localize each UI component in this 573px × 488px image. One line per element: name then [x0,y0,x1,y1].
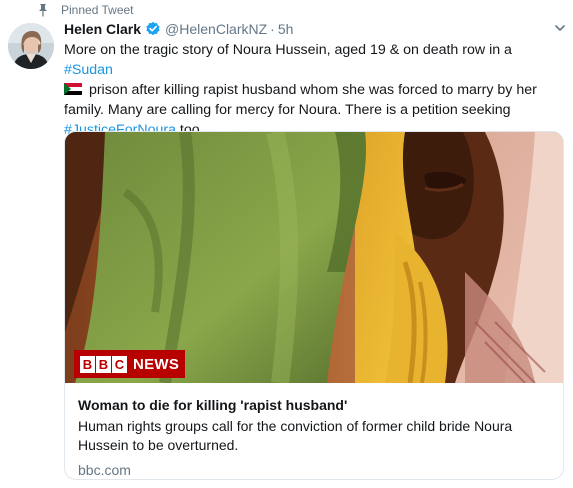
hashtag-sudan-link[interactable]: #Sudan [64,62,113,78]
tweet-text-part-1: More on the tragic story of Noura Hussei… [64,42,512,58]
card-title[interactable]: Woman to die for killing 'rapist husband… [78,396,553,415]
card-domain: bbc.com [78,462,131,478]
bbc-logo-letter: B [80,355,95,373]
separator-dot: · [270,21,275,37]
verified-badge-icon [146,21,160,36]
pinned-tweet[interactable]: Pinned Tweet Helen Clark @HelenClarkNZ ·… [0,0,573,488]
card-photo [65,132,563,383]
bbc-logo-letter: C [112,355,127,373]
link-card[interactable]: B B C NEWS Woman to die for killing 'rap… [64,131,564,480]
chevron-down-icon[interactable] [554,22,566,34]
tweet-timestamp[interactable]: 5h [278,21,294,37]
pinned-label: Pinned Tweet [61,3,134,17]
bbc-news-logo: B B C NEWS [74,350,186,378]
author-name[interactable]: Helen Clark [64,21,141,37]
avatar[interactable] [8,23,54,69]
bbc-logo-letter: B [96,355,111,373]
bbc-logo-news: NEWS [133,355,180,373]
tweet-text-part-2: prison after killing rapist husband whom… [64,82,537,118]
card-text[interactable]: Woman to die for killing 'rapist husband… [78,396,553,479]
tweet-header: Helen Clark @HelenClarkNZ · 5h [64,19,564,39]
card-description: Human rights groups call for the convict… [78,418,513,453]
sudan-flag-emoji [64,83,82,95]
pin-icon [39,4,47,17]
pinned-indicator: Pinned Tweet [36,2,134,18]
avatar-image [8,23,54,69]
tweet-text: More on the tragic story of Noura Hussei… [64,40,562,140]
card-image[interactable]: B B C NEWS [65,132,563,383]
tweet-content: Helen Clark @HelenClarkNZ · 5h More on t… [64,19,566,140]
author-handle[interactable]: @HelenClarkNZ [165,21,267,37]
